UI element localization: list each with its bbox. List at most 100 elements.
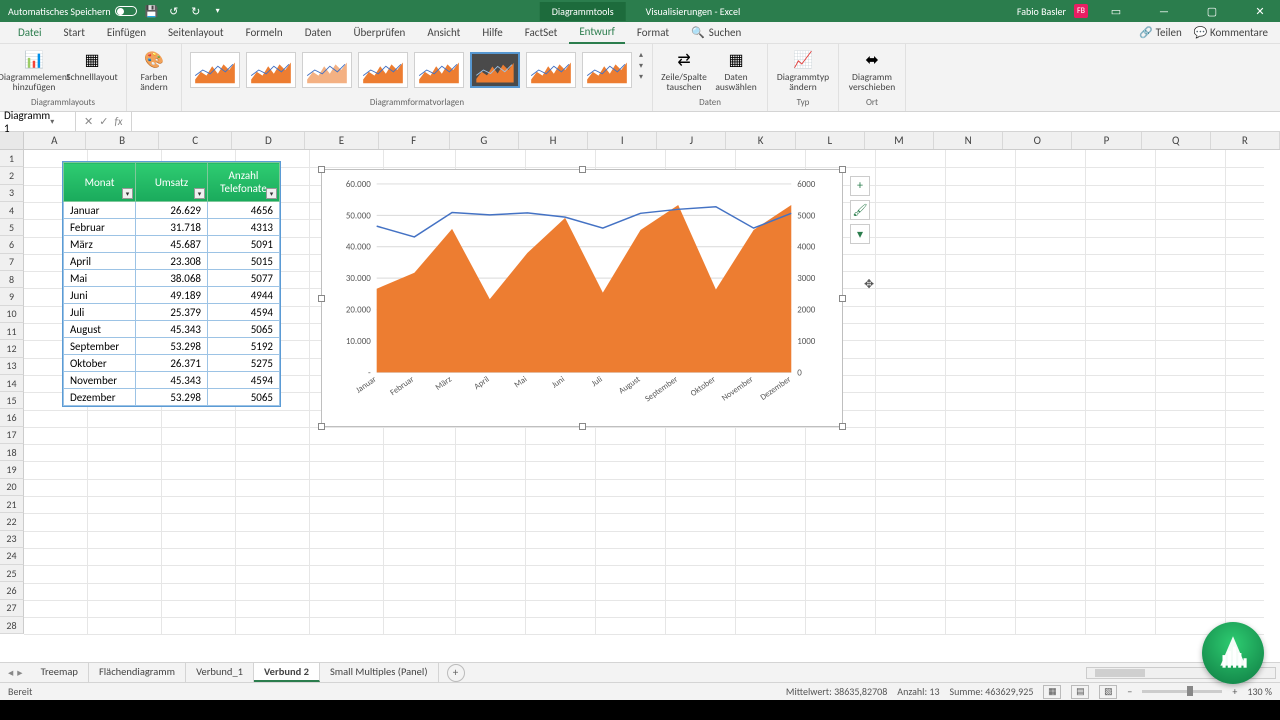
tell-me-search[interactable]: 🔍Suchen xyxy=(681,22,751,44)
chart-style-gallery[interactable]: ▴▾▾ xyxy=(188,46,646,97)
close-button[interactable]: ✕ xyxy=(1240,0,1280,22)
tab-view[interactable]: Ansicht xyxy=(417,22,470,44)
data-table[interactable]: Monat▾Umsatz▾Anzahl Telefonate▾Januar26.… xyxy=(62,161,281,407)
tab-format[interactable]: Format xyxy=(627,22,679,44)
share-button[interactable]: 🔗 Teilen xyxy=(1139,26,1181,39)
row-header[interactable]: 15 xyxy=(0,392,24,409)
column-header[interactable]: C xyxy=(159,132,232,149)
zoom-out-button[interactable]: − xyxy=(1127,685,1132,698)
table-row[interactable]: Oktober26.3715275 xyxy=(64,355,280,372)
chart-elements-button[interactable]: + xyxy=(850,176,870,196)
column-header[interactable]: B xyxy=(86,132,159,149)
table-header[interactable]: Monat▾ xyxy=(64,163,136,202)
column-header[interactable]: M xyxy=(865,132,934,149)
table-row[interactable]: Juni49.1894944 xyxy=(64,287,280,304)
column-headers[interactable]: ABCDEFGHIJKLMNOPQR xyxy=(0,132,1280,150)
zoom-in-button[interactable]: + xyxy=(1232,685,1237,698)
row-header[interactable]: 24 xyxy=(0,548,24,565)
change-colors-button[interactable]: 🎨 Farben ändern xyxy=(133,46,175,93)
redo-icon[interactable]: ↻ xyxy=(189,4,203,18)
column-header[interactable]: K xyxy=(726,132,795,149)
filter-icon[interactable]: ▾ xyxy=(266,188,277,199)
row-header[interactable]: 5 xyxy=(0,219,24,236)
save-icon[interactable]: 💾 xyxy=(145,4,159,18)
tab-insert[interactable]: Einfügen xyxy=(97,22,156,44)
row-headers[interactable]: 1234567891011121314151617181920212223242… xyxy=(0,150,24,634)
minimize-button[interactable]: — xyxy=(1144,0,1184,22)
table-header[interactable]: Anzahl Telefonate▾ xyxy=(208,163,280,202)
select-data-button[interactable]: ▦ Daten auswählen xyxy=(711,46,761,93)
table-row[interactable]: Februar31.7184313 xyxy=(64,219,280,236)
row-header[interactable]: 11 xyxy=(0,323,24,340)
column-header[interactable]: J xyxy=(657,132,726,149)
worksheet-grid[interactable]: ABCDEFGHIJKLMNOPQR 123456789101112131415… xyxy=(0,132,1280,662)
resize-handle[interactable] xyxy=(318,295,325,302)
view-pagelayout-button[interactable]: ▤ xyxy=(1071,685,1089,699)
resize-handle[interactable] xyxy=(839,423,846,430)
move-chart-button[interactable]: ⬌ Diagramm verschieben xyxy=(845,46,899,93)
row-header[interactable]: 10 xyxy=(0,306,24,323)
switch-row-col-button[interactable]: ⇄ Zeile/Spalte tauschen xyxy=(659,46,709,93)
row-header[interactable]: 26 xyxy=(0,582,24,599)
cancel-formula-icon[interactable]: ✕ xyxy=(84,115,93,128)
table-row[interactable]: November45.3434594 xyxy=(64,372,280,389)
resize-handle[interactable] xyxy=(579,423,586,430)
view-pagebreak-button[interactable]: ▧ xyxy=(1099,685,1117,699)
table-row[interactable]: Dezember53.2985065 xyxy=(64,389,280,406)
row-header[interactable]: 14 xyxy=(0,375,24,392)
sheet-nav-prev[interactable]: ◂ xyxy=(8,666,13,679)
chart-object[interactable]: -10.00020.00030.00040.00050.00060.000010… xyxy=(321,169,843,427)
column-header[interactable]: A xyxy=(24,132,86,149)
row-header[interactable]: 16 xyxy=(0,409,24,426)
row-header[interactable]: 12 xyxy=(0,340,24,357)
style-gallery-more[interactable]: ▴▾▾ xyxy=(636,50,646,82)
column-header[interactable]: G xyxy=(450,132,519,149)
resize-handle[interactable] xyxy=(579,166,586,173)
chart-style-thumb[interactable] xyxy=(190,52,240,88)
row-header[interactable]: 23 xyxy=(0,531,24,548)
sheet-nav-next[interactable]: ▸ xyxy=(17,666,22,679)
row-header[interactable]: 17 xyxy=(0,427,24,444)
tab-pagelayout[interactable]: Seitenlayout xyxy=(158,22,234,44)
chart-style-thumb[interactable] xyxy=(302,52,352,88)
table-header[interactable]: Umsatz▾ xyxy=(136,163,208,202)
user-name[interactable]: Fabio Basler xyxy=(1017,5,1066,18)
row-header[interactable]: 18 xyxy=(0,444,24,461)
zoom-slider[interactable] xyxy=(1142,690,1222,693)
ribbon-options-icon[interactable]: ▭ xyxy=(1096,0,1136,22)
column-header[interactable]: L xyxy=(796,132,865,149)
sheet-tab[interactable]: Verbund 2 xyxy=(254,663,320,682)
chart-filters-button[interactable]: ▾ xyxy=(850,224,870,244)
column-header[interactable]: P xyxy=(1072,132,1141,149)
resize-handle[interactable] xyxy=(318,423,325,430)
tab-review[interactable]: Überprüfen xyxy=(343,22,415,44)
column-header[interactable]: H xyxy=(519,132,588,149)
sheet-tab[interactable]: Verbund_1 xyxy=(186,663,254,682)
chart-plot[interactable]: -10.00020.00030.00040.00050.00060.000010… xyxy=(328,176,836,420)
row-header[interactable]: 4 xyxy=(0,202,24,219)
qat-more-icon[interactable]: ▾ xyxy=(211,4,225,18)
resize-handle[interactable] xyxy=(839,166,846,173)
resize-handle[interactable] xyxy=(318,166,325,173)
sheet-tab[interactable]: Treemap xyxy=(31,663,89,682)
sheet-tab[interactable]: Flächendiagramm xyxy=(89,663,186,682)
add-chart-element-button[interactable]: 📊 Diagrammelement hinzufügen xyxy=(6,46,62,93)
tab-design[interactable]: Entwurf xyxy=(569,22,625,44)
tab-factset[interactable]: FactSet xyxy=(515,22,568,44)
filter-icon[interactable]: ▾ xyxy=(122,188,133,199)
row-header[interactable]: 20 xyxy=(0,479,24,496)
table-row[interactable]: Juli25.3794594 xyxy=(64,304,280,321)
tab-start[interactable]: Start xyxy=(54,22,95,44)
column-header[interactable]: D xyxy=(232,132,305,149)
column-header[interactable]: Q xyxy=(1142,132,1211,149)
undo-icon[interactable]: ↺ xyxy=(167,4,181,18)
row-header[interactable]: 25 xyxy=(0,565,24,582)
maximize-button[interactable]: ▢ xyxy=(1192,0,1232,22)
row-header[interactable]: 1 xyxy=(0,150,24,167)
user-avatar[interactable]: FB xyxy=(1074,4,1088,18)
row-header[interactable]: 28 xyxy=(0,617,24,634)
column-header[interactable]: R xyxy=(1211,132,1280,149)
name-box[interactable]: Diagramm 1▾ xyxy=(0,112,76,131)
row-header[interactable]: 7 xyxy=(0,254,24,271)
row-header[interactable]: 2 xyxy=(0,167,24,184)
